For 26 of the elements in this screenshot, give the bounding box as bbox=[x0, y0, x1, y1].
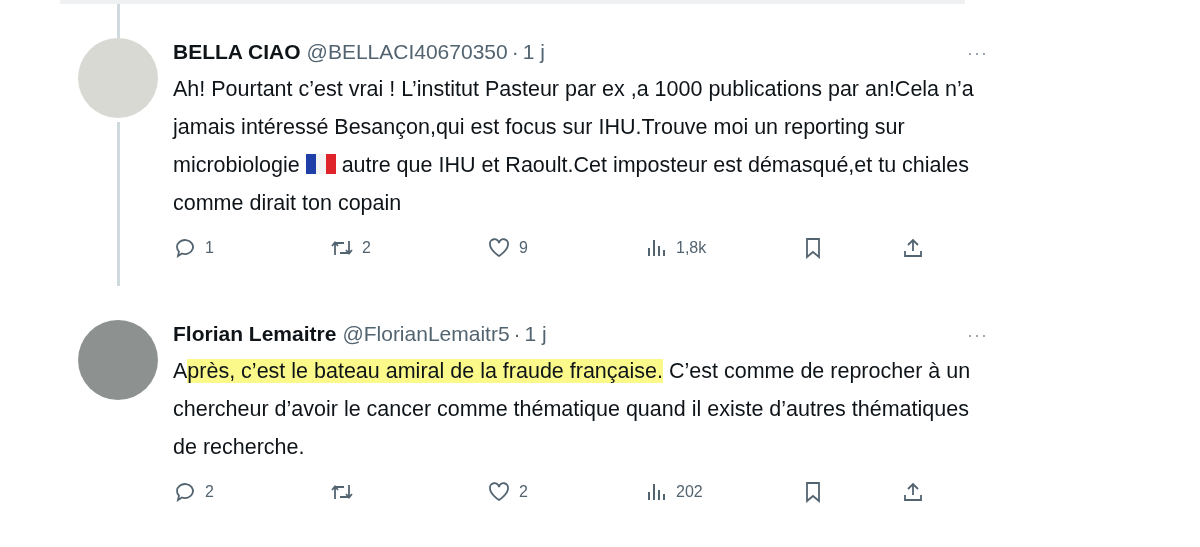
action-count: 9 bbox=[519, 239, 528, 257]
user-handle[interactable]: @FlorianLemaitr5 bbox=[342, 322, 510, 346]
action-count: 2 bbox=[205, 483, 214, 501]
post-text: Après, c’est le bateau amiral de la fraude française. C’est comme de reprocher à un chercheur d’avoir le cancer comme thématique quand il existe d’autres thématiques de recherche. bbox=[173, 358, 972, 461]
separator-dot: · bbox=[513, 322, 521, 346]
heart-icon[interactable] bbox=[487, 236, 511, 260]
post-time[interactable]: 1 j bbox=[524, 322, 547, 346]
action-count: 2 bbox=[519, 483, 528, 501]
action-count: 1,8k bbox=[676, 239, 707, 257]
action-count: 202 bbox=[676, 483, 703, 501]
more-button[interactable]: ··· bbox=[967, 43, 988, 64]
more-button[interactable]: ··· bbox=[967, 325, 988, 346]
user-handle[interactable]: @BELLACI40670350 bbox=[306, 40, 508, 64]
share-icon[interactable] bbox=[901, 480, 925, 504]
speech-bubble-icon[interactable] bbox=[173, 480, 197, 504]
speech-bubble-icon[interactable] bbox=[173, 236, 197, 260]
user-name[interactable]: Florian Lemaitre bbox=[173, 322, 337, 346]
heart-icon[interactable] bbox=[487, 480, 511, 504]
user-name[interactable]: BELLA CIAO bbox=[173, 40, 301, 64]
separator-dot: · bbox=[511, 40, 519, 64]
post-text: Ah! Pourtant c’est vrai ! L’institut Pasteur par ex ,a 1000 publications par an!Cela n’a jamais intéressé Besançon,qui est focus sur IHU.Trouve moi un reporting sur microbiologie autre que IHU et Raoult.Cet imposteur est démasqué,et tu chiales comme dirait ton copain bbox=[173, 76, 975, 217]
action-count: 2 bbox=[362, 239, 371, 257]
share-icon[interactable] bbox=[901, 236, 925, 260]
flag-icon bbox=[305, 154, 336, 174]
post-time[interactable]: 1 j bbox=[522, 40, 545, 64]
action-count: 1 bbox=[205, 239, 214, 257]
